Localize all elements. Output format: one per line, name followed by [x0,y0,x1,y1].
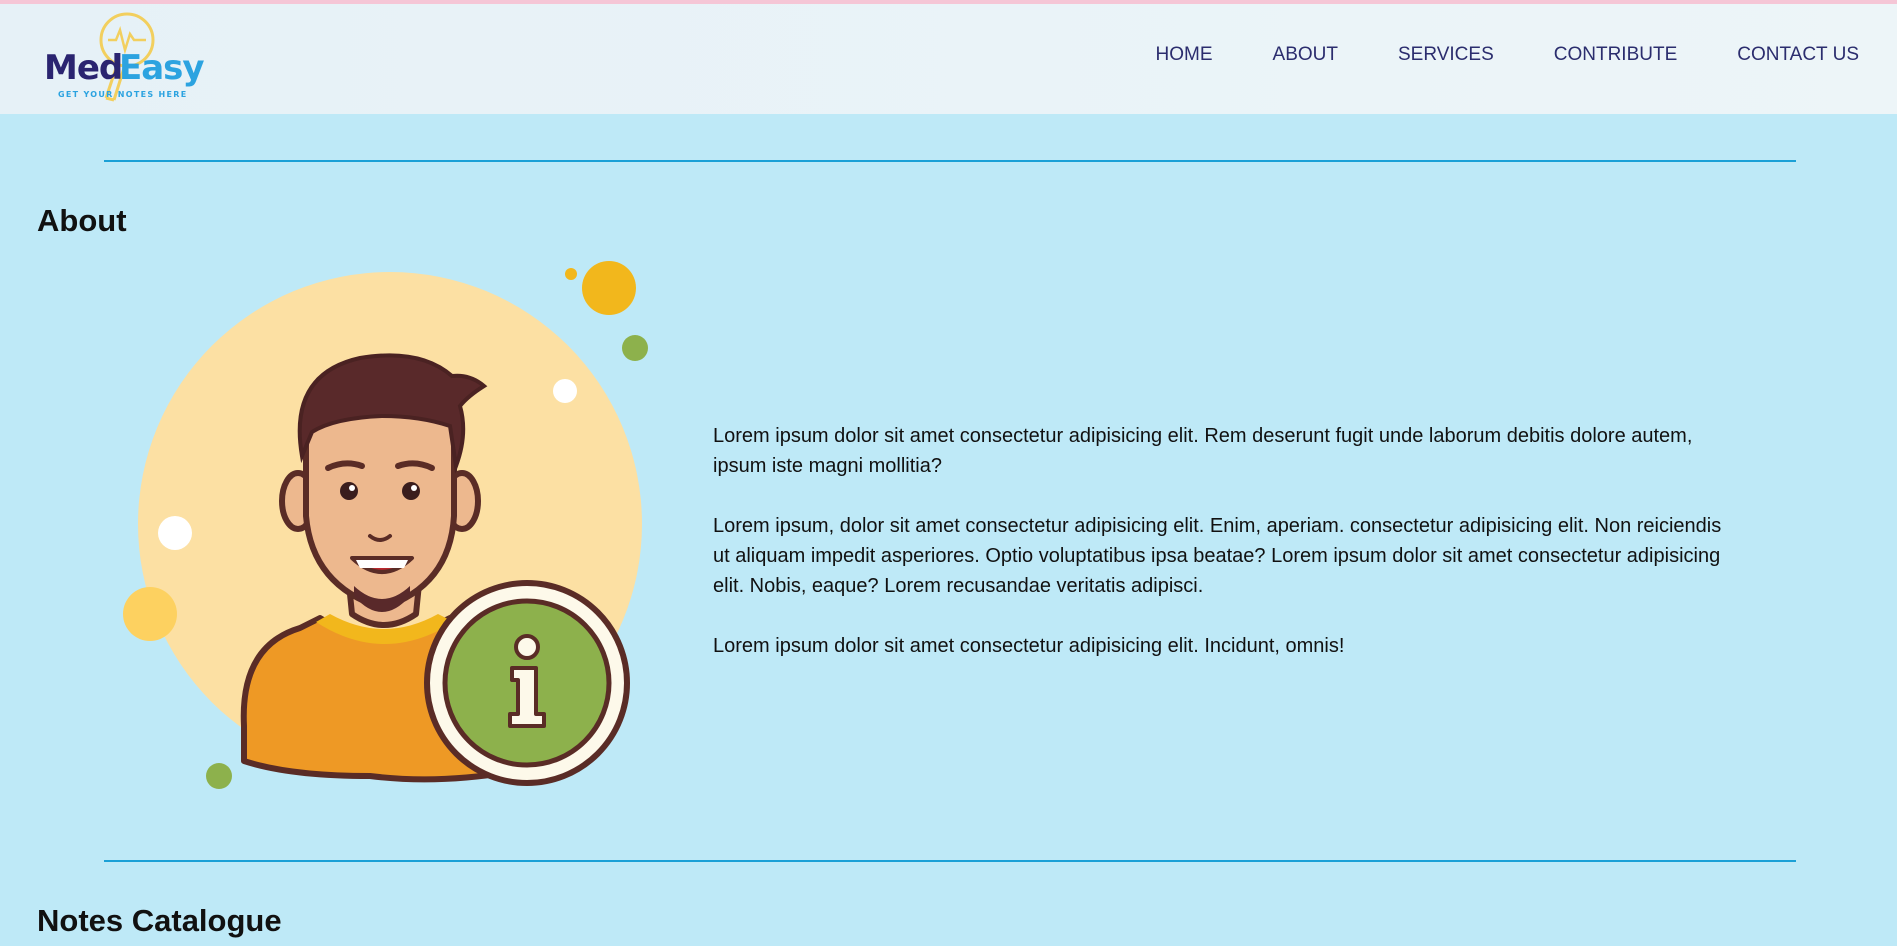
decor-dot [158,516,192,550]
about-illustration [123,261,648,789]
decor-dot [622,335,648,361]
nav-about[interactable]: ABOUT [1273,44,1338,66]
section-divider-top [104,160,1796,162]
notes-section-title: Notes Catalogue [37,903,282,938]
avatar-eye-left [340,482,358,500]
brand-name-med: Med [44,48,123,88]
nav-contact-us[interactable]: CONTACT US [1737,44,1859,66]
about-section-title: About [37,203,127,238]
nav-contribute[interactable]: CONTRIBUTE [1554,44,1678,66]
decor-dot [582,261,636,315]
brand-tagline: GET YOUR NOTES HERE [58,90,188,99]
nav-services[interactable]: SERVICES [1398,44,1494,66]
decor-dot [553,379,577,403]
nav-home[interactable]: HOME [1156,44,1213,66]
avatar-eye-right [402,482,420,500]
decor-dot [206,763,232,789]
decor-dot [123,587,177,641]
about-paragraph-2: Lorem ipsum, dolor sit amet consectetur … [713,515,1722,597]
about-paragraph-1: Lorem ipsum dolor sit amet consectetur a… [713,425,1693,477]
main-nav: HOME ABOUT SERVICES CONTRIBUTE CONTACT U… [1096,44,1859,66]
about-paragraph-3: Lorem ipsum dolor sit amet consectetur a… [713,635,1345,657]
decor-dot [565,268,577,280]
about-text-block: Lorem ipsum dolor sit amet consectetur a… [713,421,1743,691]
brand-name-easy: Easy [119,48,205,88]
section-divider-bottom [104,860,1796,862]
brand-logo[interactable]: Med Easy GET YOUR NOTES HERE [36,10,216,110]
navbar: Med Easy GET YOUR NOTES HERE HOME ABOUT … [0,4,1897,114]
